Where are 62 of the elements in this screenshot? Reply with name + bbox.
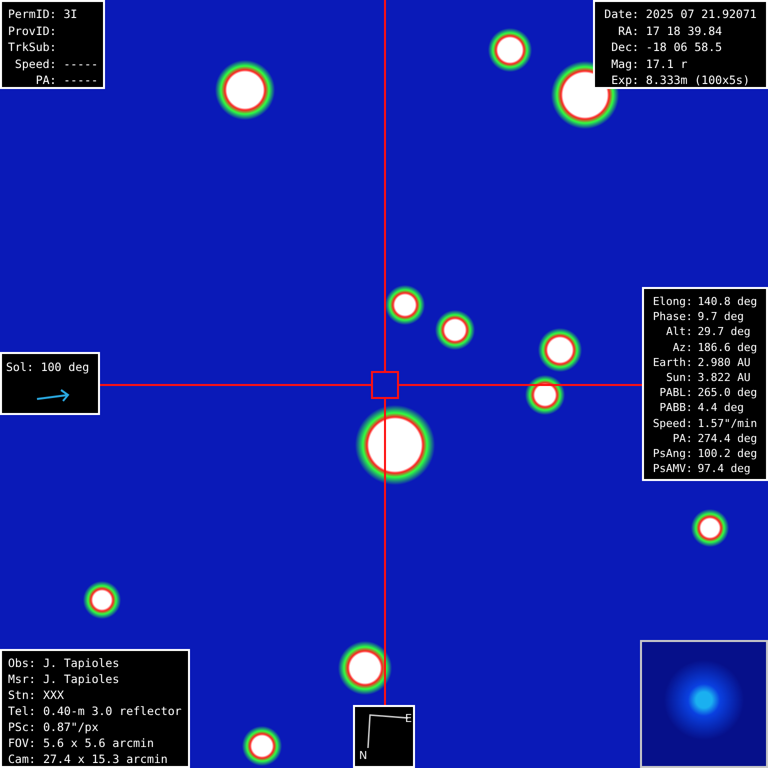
field-value: XXX xyxy=(43,687,64,703)
field-value: 100 deg xyxy=(40,359,90,375)
field-label: Mag: xyxy=(611,56,639,72)
field-value: 17 18 39.84 xyxy=(646,22,722,39)
field-value: 2.980 AU xyxy=(698,354,751,370)
field-label: PA: xyxy=(36,72,56,88)
field-label: Exp: xyxy=(611,72,639,88)
east-label: E xyxy=(405,712,412,725)
field-value: ----- xyxy=(63,56,98,72)
field-value: 186.6 deg xyxy=(698,340,758,355)
field-label: PA: xyxy=(672,430,693,446)
field-value: 27.4 x 15.3 arcmin xyxy=(43,751,168,767)
field-label: TrkSub: xyxy=(8,39,56,56)
field-label: Dec: xyxy=(611,39,639,56)
field-value: 140.8 deg xyxy=(698,294,758,310)
field-label: Speed: xyxy=(652,416,693,431)
field-label: FOV: xyxy=(8,735,36,751)
field-label: PermID: xyxy=(8,6,56,22)
field-value: 0.40-m 3.0 reflector xyxy=(43,703,182,719)
field-value: 97.4 deg xyxy=(698,461,751,476)
field-label: Msr: xyxy=(8,671,36,687)
field-label: RA: xyxy=(618,22,639,39)
field-value: ----- xyxy=(63,72,98,88)
field-label: Sun: xyxy=(666,370,693,386)
field-label: Stn: xyxy=(8,687,36,703)
field-label: ProvID: xyxy=(8,22,56,39)
field-value: -18 06 58.5 xyxy=(646,39,722,56)
field-label: Cam: xyxy=(8,751,36,767)
field-value: J. Tapioles xyxy=(43,655,120,671)
field-value: 9.7 deg xyxy=(698,309,744,324)
field-label: Alt: xyxy=(666,324,693,340)
field-label: PABL: xyxy=(659,385,693,400)
field-label: PABB: xyxy=(659,400,693,416)
field-value: 29.7 deg xyxy=(698,324,751,340)
field-value: 3.822 AU xyxy=(698,370,751,386)
field-label: PsAng: xyxy=(652,446,693,462)
field-value: 265.0 deg xyxy=(698,385,758,400)
arrow-icon xyxy=(36,389,70,403)
field-value: 5.6 x 5.6 arcmin xyxy=(43,735,154,751)
field-value: J. Tapioles xyxy=(43,671,120,687)
field-value: 1.57"/min xyxy=(698,416,758,431)
field-label: Tel: xyxy=(8,703,36,719)
field-value: 3I xyxy=(63,6,78,22)
field-label: Az: xyxy=(672,340,693,355)
field-value: 2025 07 21.92071 xyxy=(646,6,757,22)
target-marker xyxy=(371,371,399,399)
field-value: 0.87"/px xyxy=(43,719,98,735)
field-label: Speed: xyxy=(14,56,56,72)
field-label: PsAMV: xyxy=(652,461,693,476)
field-value: 100.2 deg xyxy=(698,446,758,462)
field-value: 4.4 deg xyxy=(698,400,744,416)
field-value: 17.1 r xyxy=(646,56,688,72)
field-label: Phase: xyxy=(652,309,693,324)
field-label: PSc: xyxy=(8,719,36,735)
field-label: Sol: xyxy=(6,359,34,375)
field-label: Date: xyxy=(604,6,639,22)
field-value: 274.4 deg xyxy=(698,430,758,446)
field-label: Elong: xyxy=(652,294,693,310)
field-label: Obs: xyxy=(8,655,36,671)
field-value: 8.333m (100x5s) xyxy=(646,72,750,88)
field-label: Earth: xyxy=(652,354,693,370)
north-label: N xyxy=(359,749,368,762)
